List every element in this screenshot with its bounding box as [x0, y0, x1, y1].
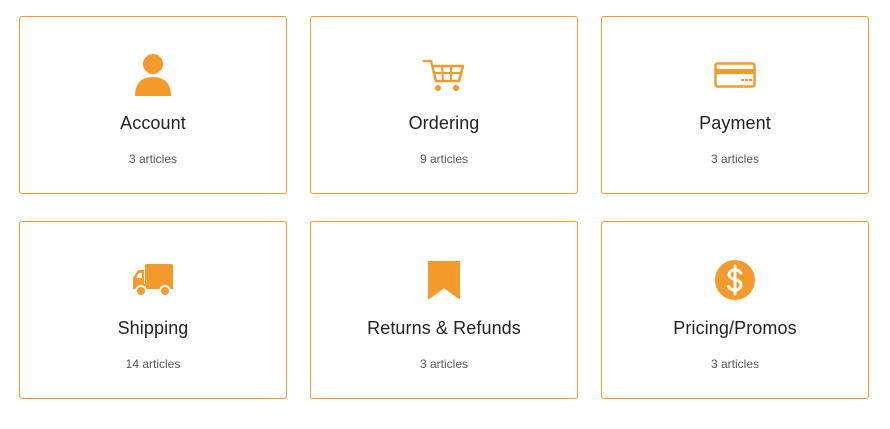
category-card-ordering[interactable]: Ordering 9 articles	[310, 16, 578, 194]
category-title: Account	[120, 113, 186, 133]
category-card-returns-refunds[interactable]: Returns & Refunds 3 articles	[310, 221, 578, 399]
category-card-shipping[interactable]: Shipping 14 articles	[19, 221, 287, 399]
category-title: Shipping	[117, 318, 189, 338]
category-article-count: 9 articles	[419, 152, 469, 166]
category-card-pricing-promos[interactable]: Pricing/Promos 3 articles	[601, 221, 869, 399]
bookmark-icon	[422, 258, 466, 302]
category-title: Ordering	[408, 113, 480, 133]
category-article-count: 14 articles	[125, 357, 181, 371]
truck-icon	[131, 258, 175, 302]
category-article-count: 3 articles	[419, 357, 469, 371]
category-article-count: 3 articles	[710, 152, 760, 166]
category-title: Pricing/Promos	[673, 318, 797, 338]
category-article-count: 3 articles	[710, 357, 760, 371]
help-categories-grid: Account 3 articles Ordering 9 articles P…	[0, 0, 890, 429]
dollar-circle-icon	[713, 258, 757, 302]
shopping-cart-icon	[422, 53, 466, 97]
credit-card-icon	[713, 53, 757, 97]
user-icon	[131, 53, 175, 97]
category-title: Payment	[699, 113, 771, 133]
category-title: Returns & Refunds	[367, 318, 521, 338]
category-card-account[interactable]: Account 3 articles	[19, 16, 287, 194]
category-article-count: 3 articles	[128, 152, 178, 166]
category-card-payment[interactable]: Payment 3 articles	[601, 16, 869, 194]
